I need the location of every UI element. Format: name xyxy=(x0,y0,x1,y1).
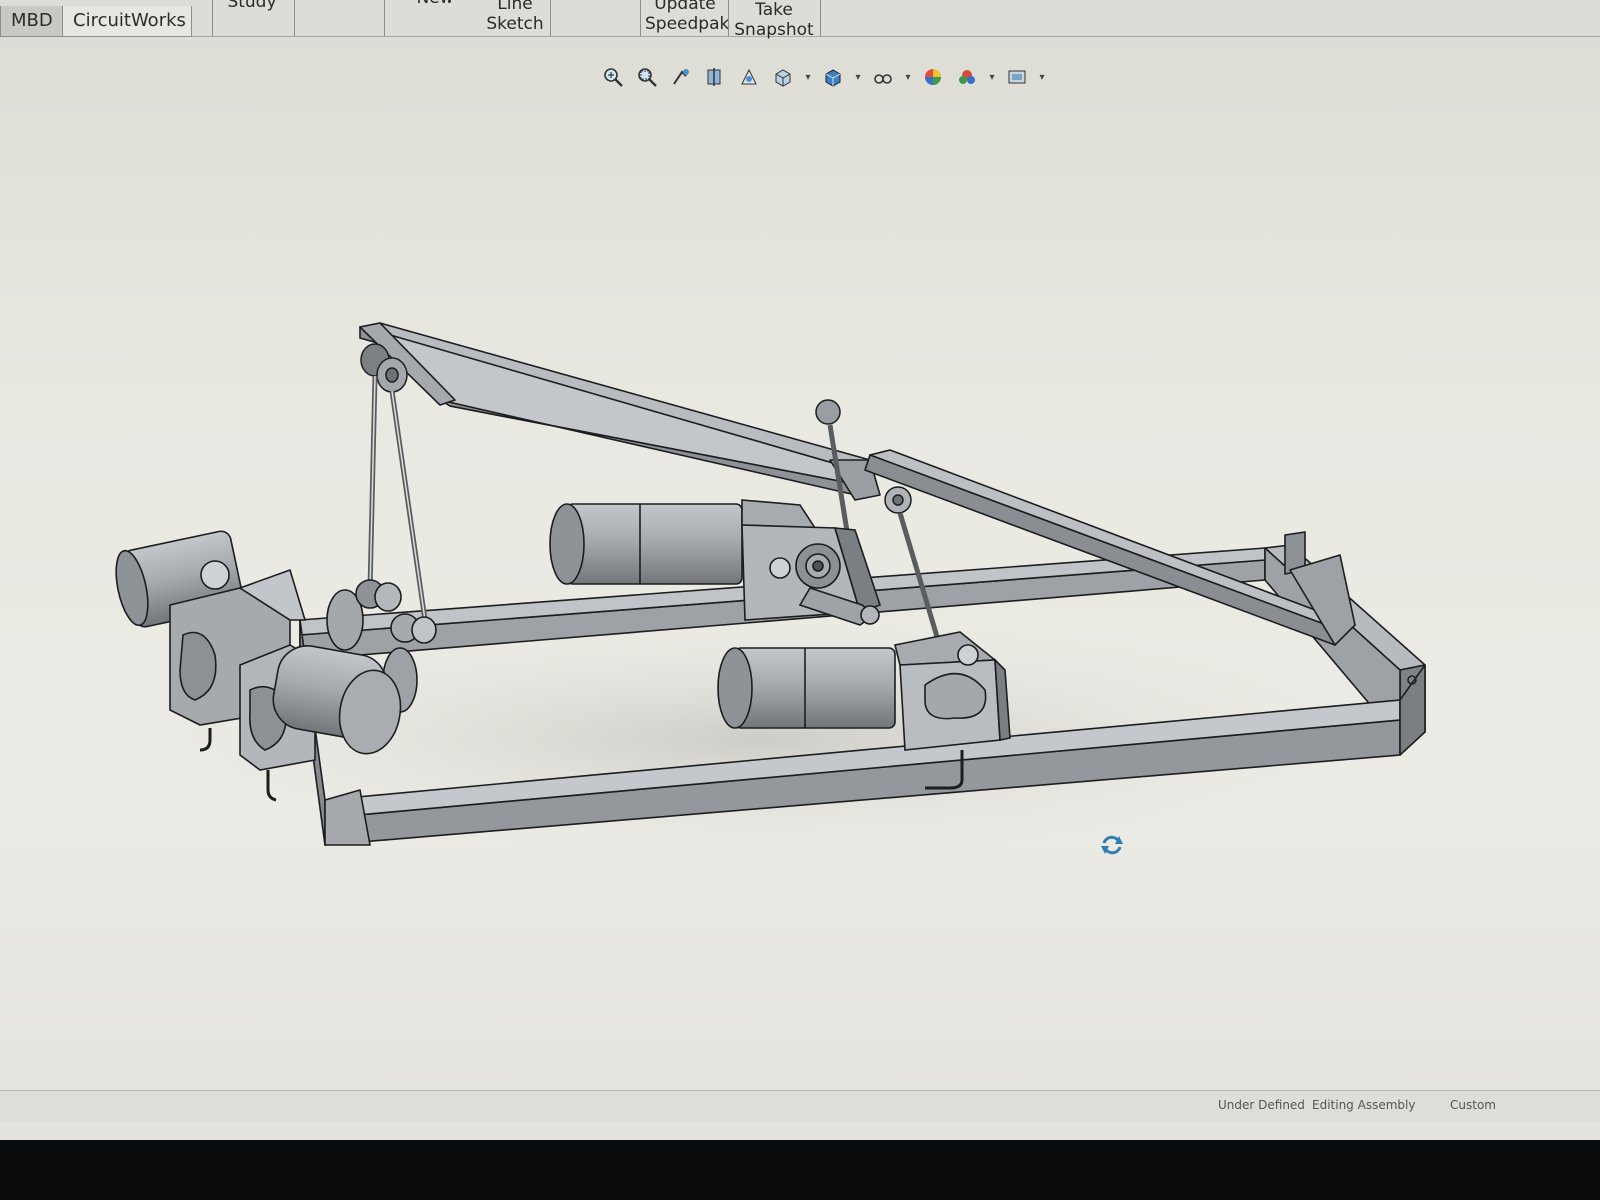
status-units[interactable]: Custom xyxy=(1450,1098,1496,1112)
previous-view-icon[interactable] xyxy=(668,64,694,90)
view-settings-icon[interactable] xyxy=(1004,64,1030,90)
take-snapshot-button[interactable]: Take Snapshot xyxy=(732,0,816,40)
status-bar: Under Defined Editing Assembly Custom xyxy=(0,1090,1600,1121)
ribbon-separator xyxy=(820,0,821,36)
zoom-to-fit-icon[interactable] xyxy=(600,64,626,90)
apply-scene-icon[interactable] xyxy=(954,64,980,90)
update-speedpak-line2: Speedpak xyxy=(645,14,730,34)
section-view-icon[interactable] xyxy=(702,64,728,90)
ribbon-separator xyxy=(294,0,295,36)
chevron-down-icon[interactable]: ▾ xyxy=(804,64,812,90)
edit-appearance-icon[interactable] xyxy=(920,64,946,90)
ribbon-separator xyxy=(384,0,385,36)
tab-circuitworks[interactable]: CircuitWorks xyxy=(62,6,192,37)
update-speedpak-button[interactable]: Update Speedpak xyxy=(645,0,730,34)
line-sketch-button[interactable]: Line Sketch xyxy=(480,0,550,34)
status-under-defined: Under Defined xyxy=(1218,1098,1305,1112)
chevron-down-icon[interactable]: ▾ xyxy=(854,64,862,90)
heads-up-view-toolbar: ▾ ▾ ▾ ▾ ▾ xyxy=(600,60,1046,94)
ribbon-separator xyxy=(212,0,213,36)
view-orientation-icon[interactable] xyxy=(770,64,796,90)
ribbon-separator xyxy=(640,0,641,36)
application-window: Study New Line Sketch Update Speedpak Ta… xyxy=(0,0,1600,1140)
command-manager-ribbon: Study New Line Sketch Update Speedpak Ta… xyxy=(0,0,1600,40)
chevron-down-icon[interactable]: ▾ xyxy=(1038,64,1046,90)
hide-show-items-icon[interactable] xyxy=(870,64,896,90)
new-label: New xyxy=(416,0,453,8)
new-button[interactable]: New xyxy=(410,0,460,8)
zoom-to-area-icon[interactable] xyxy=(634,64,660,90)
status-editing: Editing Assembly xyxy=(1312,1098,1416,1112)
study-button[interactable]: Study xyxy=(222,0,282,12)
tab-mbd[interactable]: MBD xyxy=(0,6,66,37)
ribbon-separator xyxy=(550,0,551,36)
chevron-down-icon[interactable]: ▾ xyxy=(988,64,996,90)
dynamic-annotation-icon[interactable] xyxy=(736,64,762,90)
display-style-icon[interactable] xyxy=(820,64,846,90)
update-speedpak-line1: Update xyxy=(654,0,716,14)
take-snapshot-line1: Take xyxy=(755,0,793,20)
take-snapshot-line2: Snapshot xyxy=(734,20,814,40)
chevron-down-icon[interactable]: ▾ xyxy=(904,64,912,90)
assembly-model[interactable] xyxy=(0,100,1600,1090)
monitor-bezel xyxy=(0,1140,1600,1200)
ribbon-separator xyxy=(728,0,729,36)
graphics-area[interactable] xyxy=(0,100,1600,1090)
line-sketch-label-line1: Line xyxy=(497,0,533,14)
study-label: Study xyxy=(227,0,277,12)
line-sketch-label-line2: Sketch xyxy=(486,14,544,34)
tab-circuitworks-label: CircuitWorks xyxy=(73,10,186,31)
tab-mbd-label: MBD xyxy=(11,10,53,31)
